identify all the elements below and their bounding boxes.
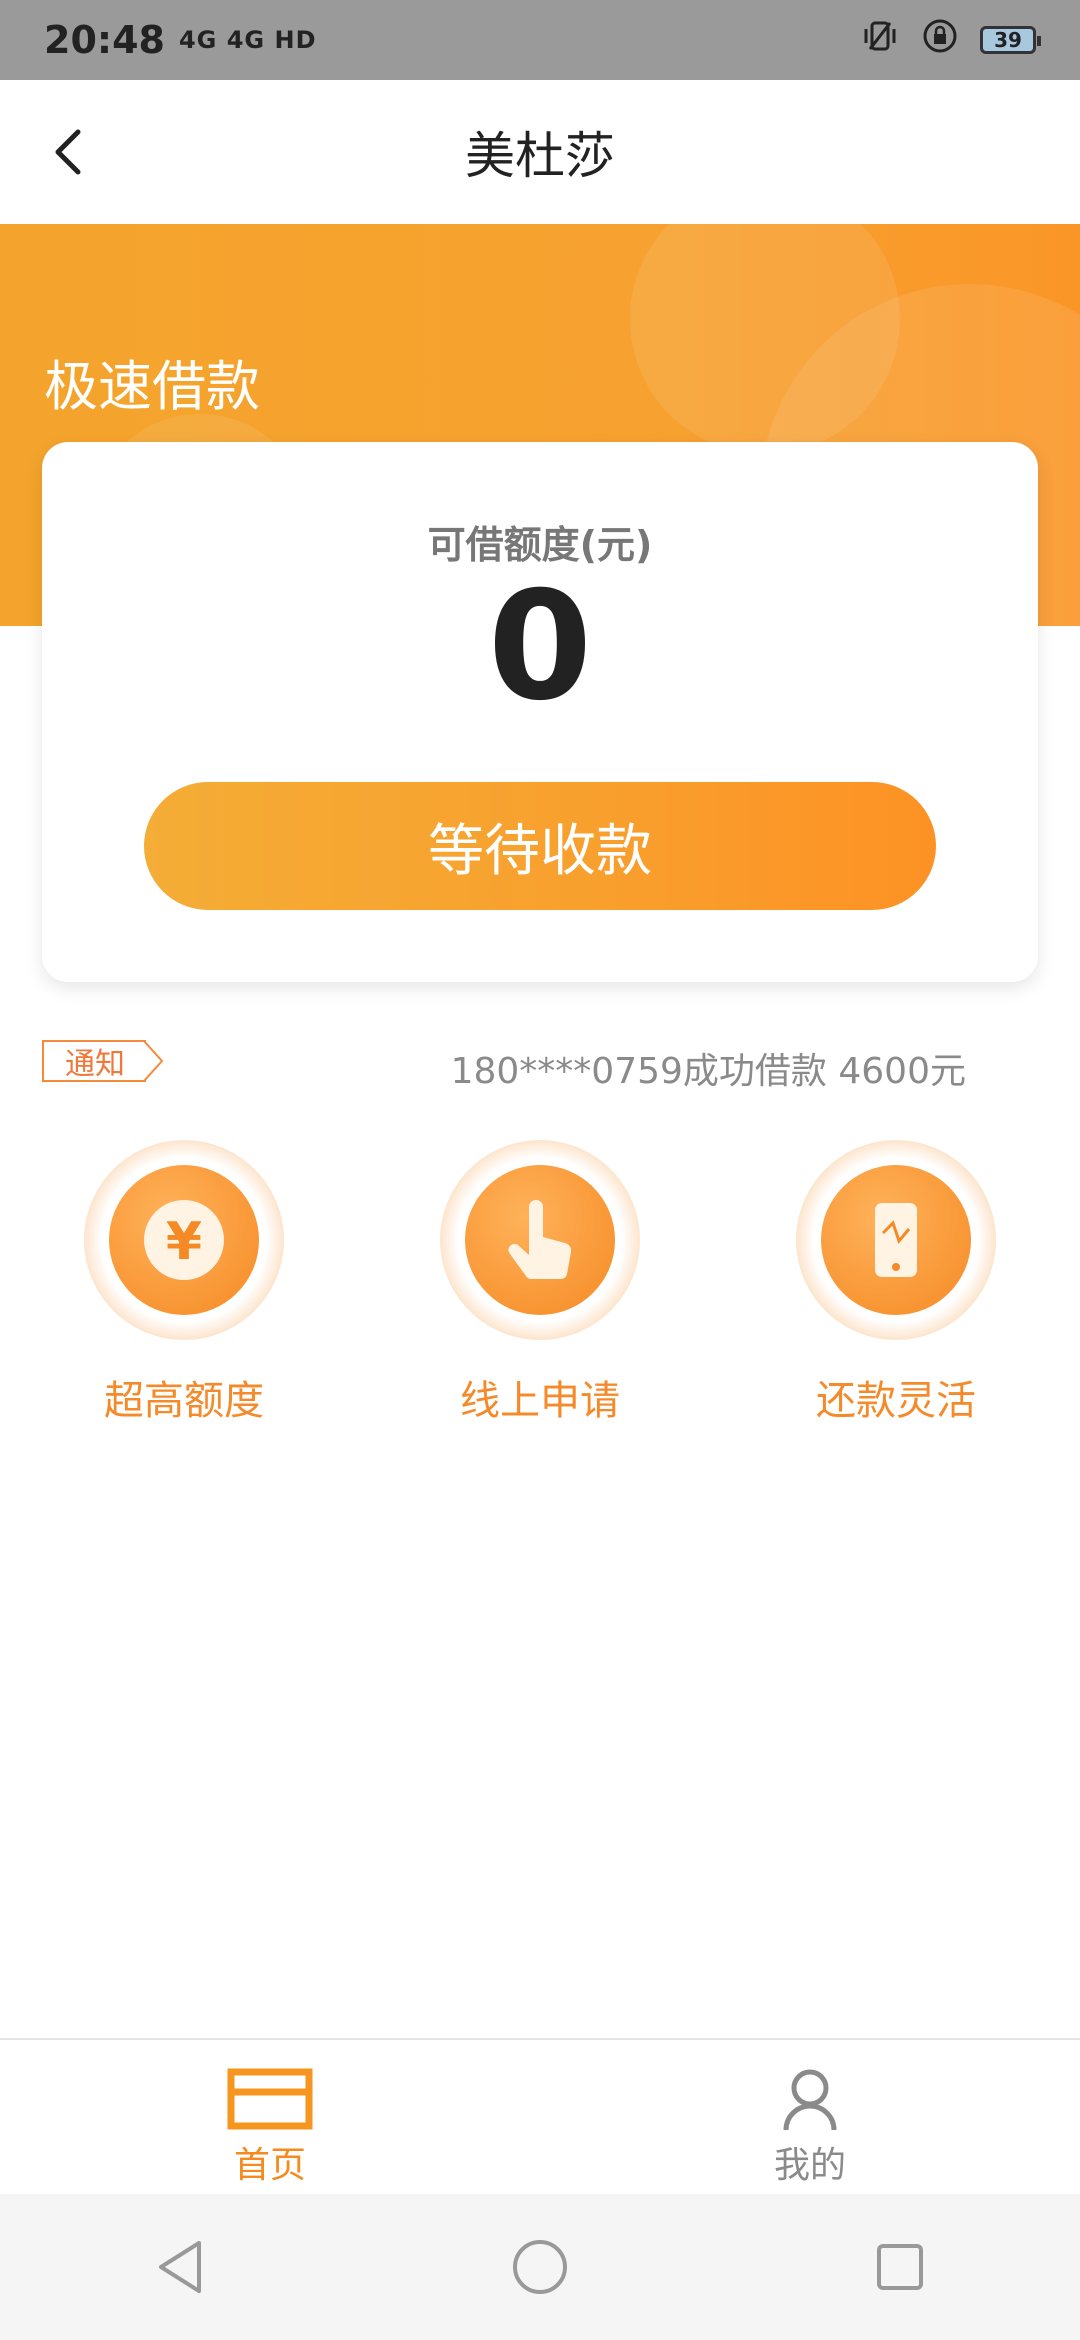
phone-icon <box>875 1203 917 1277</box>
tag-arrow-icon <box>143 1040 164 1082</box>
bottom-tab-bar: 首页 我的 <box>0 2038 1080 2194</box>
status-time: 20:48 <box>44 18 165 62</box>
triangle-back-icon <box>159 2241 201 2293</box>
banner-title: 极速借款 <box>44 355 260 418</box>
wait-payment-button[interactable]: 等待收款 <box>144 782 936 910</box>
tab-home[interactable]: 首页 <box>120 2040 420 2196</box>
tab-mine[interactable]: 我的 <box>660 2040 960 2196</box>
app-header: 美杜莎 <box>0 80 1080 224</box>
credit-limit-amount: 0 <box>487 560 593 734</box>
battery-indicator: 39 <box>980 26 1041 54</box>
yuan-coin-icon: ¥ <box>144 1200 224 1280</box>
chevron-left-icon <box>55 129 81 175</box>
notice-text: 180****0759成功借款 4600元 <box>450 1051 966 1092</box>
vibrate-icon <box>860 19 900 62</box>
system-back-button[interactable] <box>135 2222 225 2312</box>
status-bar: 20:48 4G 4G HD 39 <box>0 0 1080 80</box>
system-navigation-bar <box>0 2194 1080 2340</box>
svg-text:¥: ¥ <box>166 1212 202 1272</box>
home-card-icon <box>227 2068 313 2130</box>
feature-list: ¥ 超高额度 线上申请 还款灵活 <box>0 1140 1080 1430</box>
feature-online-apply[interactable]: 线上申请 <box>410 1140 670 1426</box>
tab-home-label: 首页 <box>233 2145 306 2186</box>
feature-high-limit[interactable]: ¥ 超高额度 <box>54 1140 314 1426</box>
feature-label: 超高额度 <box>104 1378 264 1424</box>
rotation-lock-icon <box>922 18 958 63</box>
square-recents-icon <box>877 2244 923 2290</box>
system-home-button[interactable] <box>495 2222 585 2312</box>
page-title: 美杜莎 <box>465 127 615 185</box>
notice-bar: 通知 180****0759成功借款 4600元 <box>42 1040 1038 1092</box>
network-indicator: 4G 4G HD <box>178 26 317 54</box>
user-icon <box>783 2069 837 2131</box>
back-button[interactable] <box>36 120 100 184</box>
notice-tag: 通知 <box>42 1040 146 1082</box>
tab-mine-label: 我的 <box>773 2145 846 2186</box>
feature-label: 还款灵活 <box>816 1378 976 1424</box>
feature-label: 线上申请 <box>460 1378 620 1424</box>
circle-home-icon <box>513 2240 567 2294</box>
hand-pointer-icon <box>508 1200 572 1280</box>
credit-card-panel: 可借额度(元) 0 等待收款 <box>42 442 1038 982</box>
feature-flexible-repay[interactable]: 还款灵活 <box>766 1140 1026 1426</box>
system-recents-button[interactable] <box>855 2222 945 2312</box>
